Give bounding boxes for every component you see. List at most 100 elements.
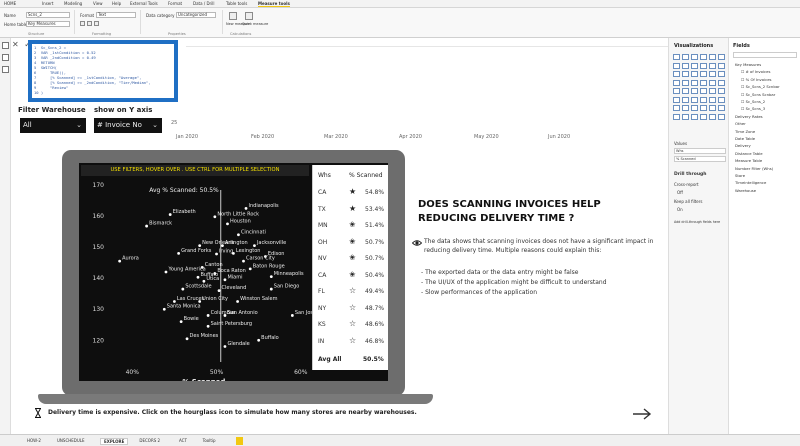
quick-measure-icon[interactable] (245, 12, 253, 20)
visual-type-icon[interactable] (682, 62, 689, 69)
name-field[interactable]: Scns_2 (26, 12, 70, 18)
state-cell[interactable]: CA (318, 189, 326, 196)
scatter-point[interactable] (226, 222, 229, 226)
state-cell[interactable]: CA (318, 272, 326, 279)
keep-filters-toggle[interactable]: On (677, 207, 683, 212)
field-item[interactable]: Timeintelligence (735, 180, 766, 185)
visual-type-icon[interactable] (709, 62, 716, 69)
tab-external-tools[interactable]: External Tools (130, 1, 158, 6)
pct-cell[interactable]: 54.8% (365, 189, 384, 196)
visual-type-icon[interactable] (691, 71, 698, 77)
scatter-point[interactable] (231, 251, 235, 255)
visual-type-icon[interactable] (673, 71, 680, 77)
visual-type-icon[interactable] (682, 88, 689, 94)
scatter-point[interactable] (221, 244, 224, 248)
visual-type-icon[interactable] (682, 96, 689, 103)
pct-cell[interactable]: 50.7% (365, 239, 384, 246)
field-item[interactable]: Distance Table (735, 151, 763, 156)
pct-cell[interactable]: 51.4% (365, 222, 384, 229)
field-item[interactable]: Key Measures (735, 62, 761, 67)
visual-type-icon[interactable] (700, 105, 707, 111)
scatter-point[interactable] (179, 320, 183, 324)
visual-type-icon[interactable] (709, 54, 716, 60)
visual-type-icon[interactable] (673, 113, 680, 120)
visual-type-icon[interactable] (718, 79, 725, 86)
visual-type-icon[interactable] (718, 113, 725, 120)
scatter-point[interactable] (198, 244, 202, 248)
state-cell[interactable]: TX (318, 206, 326, 213)
col-header-state[interactable]: Whs (318, 172, 331, 179)
format-select[interactable]: Text (96, 12, 136, 18)
close-icon[interactable]: ✕ (12, 40, 19, 49)
scatter-point[interactable] (215, 252, 218, 256)
pct-cell[interactable]: 53.4% (365, 206, 384, 213)
data-category-select[interactable]: Uncategorized (176, 12, 216, 18)
visual-type-icon[interactable] (682, 71, 689, 77)
pct-cell[interactable]: 48.7% (365, 305, 384, 312)
visual-type-icon[interactable] (718, 105, 725, 111)
hourglass-icon[interactable] (34, 408, 42, 418)
add-page-button[interactable] (236, 437, 243, 445)
scatter-point[interactable] (223, 345, 227, 348)
state-cell[interactable]: KS (318, 321, 326, 328)
state-cell[interactable]: FL (318, 288, 325, 295)
page-tab[interactable]: ACT (176, 438, 190, 445)
scatter-point[interactable] (269, 275, 273, 279)
visual-type-icon[interactable] (682, 79, 689, 86)
arrow-right-icon[interactable] (632, 408, 652, 420)
report-view-icon[interactable] (2, 42, 9, 49)
scatter-point[interactable] (244, 206, 248, 210)
field-item[interactable]: Sc_Scns Scnbar (741, 92, 776, 97)
scatter-point[interactable] (213, 215, 217, 219)
pct-cell[interactable]: 49.4% (365, 288, 384, 295)
page-tab[interactable]: HOW-2 (24, 438, 44, 445)
new-measure-icon[interactable] (229, 12, 237, 20)
scatter-point[interactable] (290, 314, 294, 317)
visual-type-icon[interactable] (691, 88, 698, 94)
field-item[interactable]: Sc_Scns_3 (741, 106, 766, 111)
visual-type-icon[interactable] (691, 79, 698, 86)
scatter-point[interactable] (253, 244, 256, 248)
field-item[interactable]: Number Filter (Whs) (735, 166, 773, 171)
tab-help[interactable]: Help (112, 1, 121, 6)
field-item[interactable]: Measure Table (735, 158, 762, 163)
field-item[interactable]: Sc_Scns_2 (741, 99, 766, 104)
tab-insert[interactable]: Insert (42, 1, 53, 6)
field-item[interactable]: Sc_Scns_2 Scnbar (741, 84, 780, 89)
currency-icon[interactable] (80, 21, 85, 26)
pct-cell[interactable]: 48.6% (365, 321, 384, 328)
scatter-point[interactable] (217, 289, 221, 293)
visual-type-icon[interactable] (700, 54, 707, 60)
scatter-point[interactable] (223, 314, 227, 317)
scatter-point[interactable] (223, 278, 227, 282)
data-view-icon[interactable] (2, 54, 9, 61)
page-tab[interactable]: EXPLORE (100, 438, 129, 445)
comma-icon[interactable] (94, 21, 99, 26)
visual-type-icon[interactable] (700, 113, 707, 120)
visual-type-icon[interactable] (691, 54, 698, 60)
y-axis-dropdown[interactable]: # Invoice No ⌄ (94, 118, 162, 133)
visual-type-icon[interactable] (700, 79, 707, 86)
scatter-point[interactable] (173, 300, 176, 303)
visual-type-icon[interactable] (673, 88, 680, 94)
visual-type-icon[interactable] (700, 71, 707, 77)
scatter-point[interactable] (269, 287, 273, 291)
page-tab[interactable]: Tooltip (200, 438, 219, 445)
state-cell[interactable]: NY (318, 305, 326, 312)
scatter-point[interactable] (248, 267, 252, 271)
scatter-chart[interactable]: 170 160 150 140 130 120 40% 50% 60% % Scanned Avg … (79, 176, 312, 381)
visual-type-icon[interactable] (700, 96, 707, 103)
field-item[interactable]: Delivery (735, 143, 751, 148)
drill-drop-zone[interactable]: Add drill-through fields here (674, 220, 720, 224)
visual-type-icon[interactable] (718, 71, 725, 77)
state-cell[interactable]: NV (318, 255, 327, 262)
visual-type-icon[interactable] (691, 62, 698, 69)
state-cell[interactable]: OH (318, 239, 327, 246)
visual-type-icon[interactable] (673, 96, 680, 103)
scatter-point[interactable] (202, 279, 206, 283)
page-tab[interactable]: UNSCHEDULE (54, 438, 88, 445)
visual-type-icon[interactable] (673, 62, 680, 69)
cross-report-toggle[interactable]: Off (677, 190, 683, 195)
model-view-icon[interactable] (2, 66, 9, 73)
scatter-point[interactable] (196, 275, 200, 279)
